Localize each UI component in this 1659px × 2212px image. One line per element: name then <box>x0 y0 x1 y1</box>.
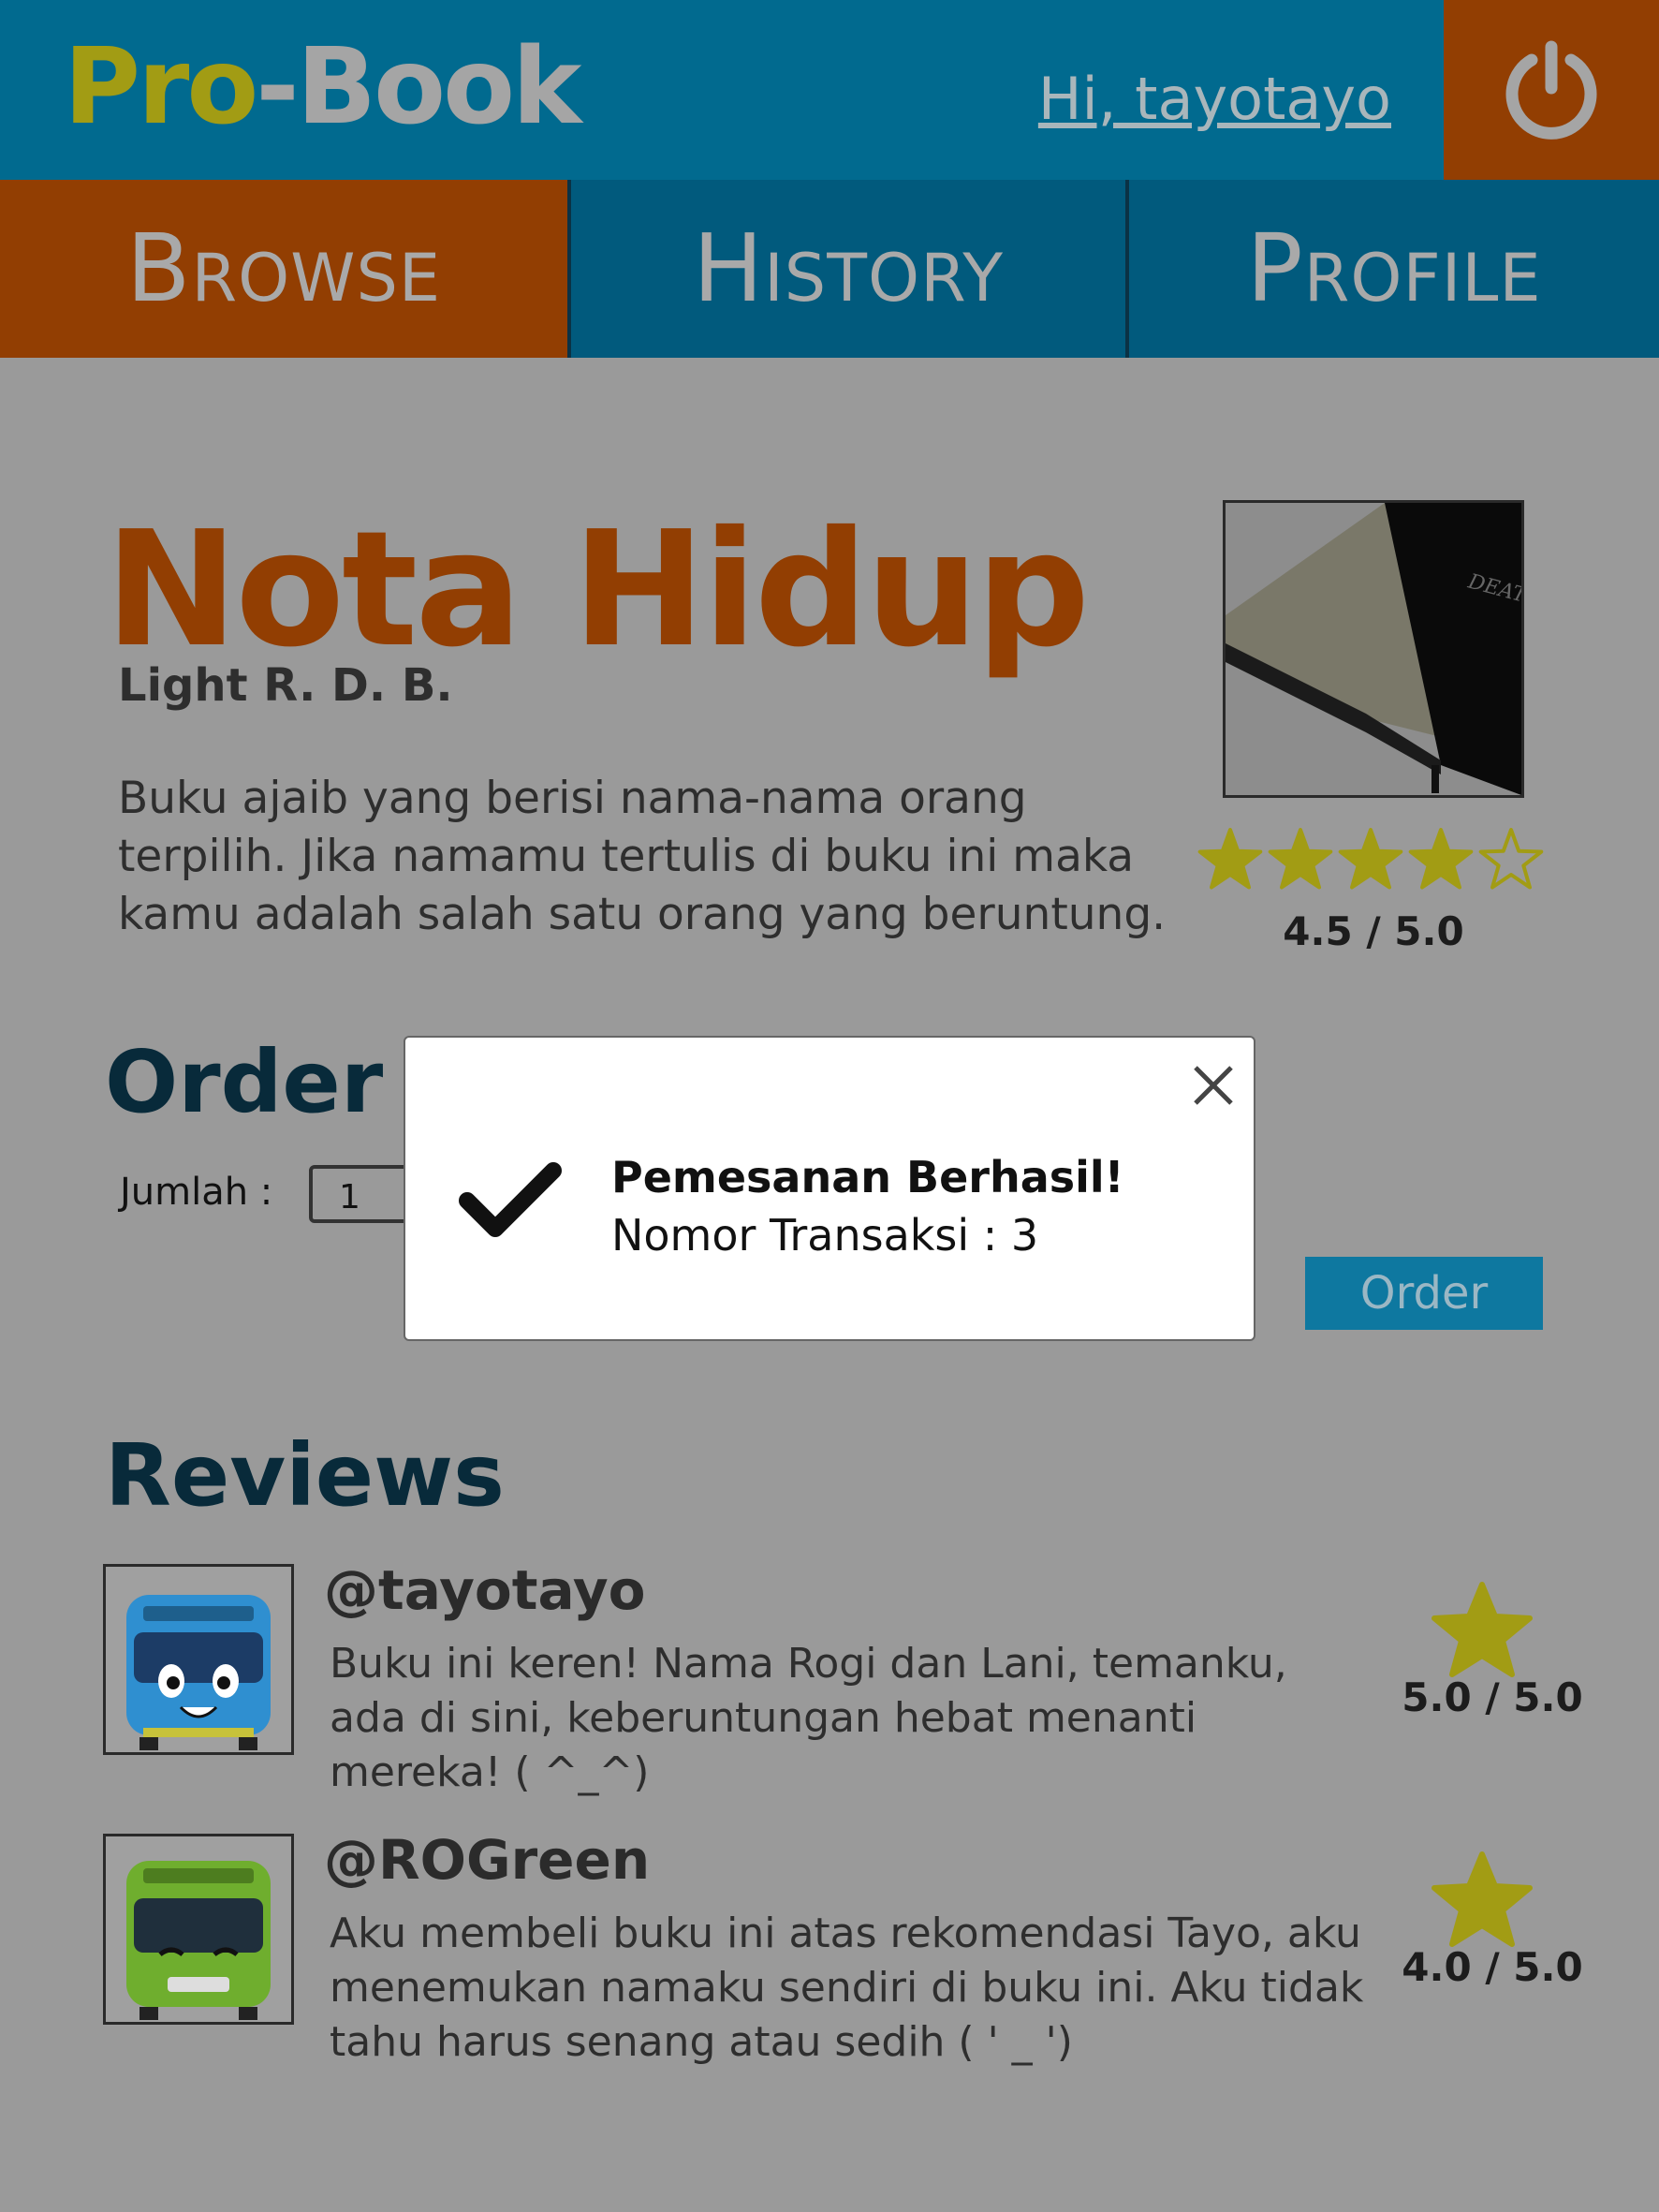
tab-profile-label: Profile <box>1246 214 1542 323</box>
review-username: @tayotayo <box>324 1558 646 1622</box>
book-rating-stars <box>1197 828 1544 890</box>
review-text: Aku membeli buku ini atas rekomendasi Ta… <box>330 1910 1364 2066</box>
review-item: @ROGreen Aku membeli buku ini atas rekom… <box>103 1828 1601 2066</box>
star-filled-icon <box>1268 828 1333 890</box>
app-header: Pro-Book Hi, tayotayo <box>0 0 1659 180</box>
star-filled-icon <box>1338 828 1403 890</box>
checkmark-icon <box>459 1162 562 1237</box>
book-title: Nota Hidup <box>105 497 1090 683</box>
user-greeting-link[interactable]: Hi, tayotayo <box>1038 62 1391 137</box>
review-score: 4.0 / 5.0 <box>1402 1944 1583 1990</box>
tab-browse-label: Browse <box>125 214 442 323</box>
tab-browse[interactable]: Browse <box>0 180 567 358</box>
avatar <box>103 1564 294 1755</box>
power-icon <box>1505 40 1597 140</box>
order-button[interactable]: Order <box>1305 1257 1543 1330</box>
star-filled-icon <box>1408 828 1474 890</box>
logout-button[interactable] <box>1444 0 1659 180</box>
quantity-select[interactable]: 1 <box>309 1165 412 1223</box>
close-icon[interactable] <box>1190 1062 1237 1109</box>
quantity-value: 1 <box>339 1178 360 1217</box>
main-nav: Browse History Profile <box>0 180 1659 358</box>
avatar <box>103 1834 294 2025</box>
review-text: Buku ini keren! Nama Rogi dan Lani, tema… <box>330 1640 1287 1796</box>
reviews-heading: Reviews <box>105 1425 505 1526</box>
tab-history[interactable]: History <box>567 180 1125 358</box>
star-icon <box>1431 1582 1533 1677</box>
review-item: @tayotayo Buku ini keren! Nama Rogi dan … <box>103 1558 1601 1796</box>
tab-profile[interactable]: Profile <box>1125 180 1659 358</box>
star-filled-icon <box>1197 828 1263 890</box>
logo-book: Book <box>296 26 582 148</box>
book-cover-image: DEAT <box>1223 500 1524 798</box>
logo-pro: Pro <box>64 26 258 148</box>
review-username: @ROGreen <box>324 1828 651 1892</box>
transaction-number: Nomor Transaksi : 3 <box>611 1210 1039 1261</box>
tab-history-label: History <box>692 214 1005 323</box>
app-logo: Pro-Book <box>64 26 582 148</box>
modal-title: Pemesanan Berhasil! <box>611 1152 1124 1202</box>
logo-dash: - <box>256 26 300 148</box>
star-outline-icon <box>1478 828 1544 890</box>
book-author: Light R. D. B. <box>118 659 453 712</box>
order-success-modal: Pemesanan Berhasil! Nomor Transaksi : 3 <box>404 1036 1255 1341</box>
star-icon <box>1431 1851 1533 1947</box>
book-rating-text: 4.5 / 5.0 <box>1283 908 1464 954</box>
order-heading: Order <box>105 1032 384 1132</box>
review-score: 5.0 / 5.0 <box>1402 1674 1583 1720</box>
book-description: Buku ajaib yang berisi nama-nama orang t… <box>118 773 1167 940</box>
quantity-label: Jumlah : <box>120 1171 273 1214</box>
